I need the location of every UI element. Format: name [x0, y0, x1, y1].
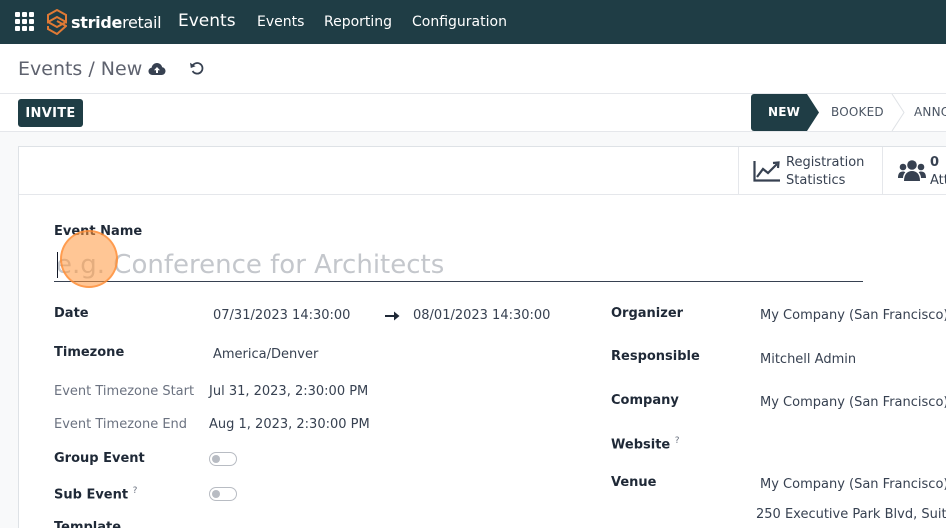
- website-help-icon[interactable]: ?: [675, 436, 680, 446]
- stage-separator-chevron: [891, 94, 905, 131]
- timezone-label: Timezone: [54, 345, 125, 360]
- logo-mark-icon: [47, 9, 67, 35]
- company-label: Company: [611, 393, 679, 408]
- nav-app-name[interactable]: Events: [178, 11, 236, 31]
- nav-menu-events[interactable]: Events: [257, 14, 304, 30]
- attendees-button[interactable]: 0 Att: [882, 147, 946, 194]
- line-chart-icon: [753, 161, 780, 182]
- breadcrumb[interactable]: Events / New: [18, 58, 142, 80]
- venue-field[interactable]: My Company (San Francisco): [760, 477, 946, 492]
- top-navbar: strideretail Events Events Reporting Con…: [0, 0, 946, 44]
- sub-event-label: Sub Event ?: [54, 486, 138, 503]
- cloud-save-icon[interactable]: [148, 61, 166, 77]
- venue-label: Venue: [611, 475, 657, 490]
- brand-logo[interactable]: strideretail: [47, 9, 162, 35]
- responsible-label: Responsible: [611, 349, 700, 364]
- apps-grid-icon[interactable]: [15, 12, 34, 31]
- nav-menu-reporting[interactable]: Reporting: [324, 14, 392, 30]
- action-bar: INVITE NEW BOOKED ANNO: [0, 94, 946, 132]
- attendees-count: 0: [930, 155, 940, 170]
- organizer-field[interactable]: My Company (San Francisco): [760, 308, 946, 323]
- responsible-field[interactable]: Mitchell Admin: [760, 352, 856, 367]
- event-timezone-end-label: Event Timezone End: [54, 417, 188, 432]
- users-icon: [898, 160, 926, 181]
- group-event-toggle[interactable]: [209, 452, 237, 466]
- event-timezone-start-label: Event Timezone Start: [54, 384, 195, 399]
- status-stage-announced[interactable]: ANNO: [914, 94, 946, 131]
- control-panel: Events / New: [0, 44, 946, 94]
- venue-address: 250 Executive Park Blvd, Suite: [756, 507, 946, 522]
- registration-statistics-button[interactable]: Registration Statistics: [738, 147, 882, 194]
- registration-statistics-label: Registration Statistics: [786, 155, 865, 188]
- date-label: Date: [54, 306, 89, 321]
- status-stage-booked[interactable]: BOOKED: [831, 94, 884, 131]
- text-caret: [57, 252, 58, 278]
- click-indicator: [60, 230, 118, 288]
- event-timezone-start-value: Jul 31, 2023, 2:30:00 PM: [209, 384, 369, 399]
- website-label: Website ?: [611, 436, 680, 453]
- organizer-label: Organizer: [611, 306, 684, 321]
- attendees-label: 0 Att: [930, 154, 946, 190]
- sub-event-help-icon[interactable]: ?: [133, 486, 138, 496]
- smart-button-bar: Registration Statistics 0 Att: [19, 147, 946, 195]
- discard-changes-icon[interactable]: [189, 60, 205, 76]
- group-event-label: Group Event: [54, 451, 145, 466]
- timezone-field[interactable]: America/Denver: [213, 347, 318, 362]
- sub-event-toggle[interactable]: [209, 487, 237, 501]
- event-name-input[interactable]: [54, 248, 863, 282]
- arrow-right-icon: [385, 311, 400, 321]
- company-field[interactable]: My Company (San Francisco): [760, 395, 946, 410]
- logo-text-bold: stride: [71, 12, 123, 32]
- form-sheet: Registration Statistics 0 Att: [18, 146, 946, 528]
- event-timezone-end-value: Aug 1, 2023, 2:30:00 PM: [209, 417, 370, 432]
- logo-text-light: retail: [122, 12, 162, 32]
- invite-button[interactable]: INVITE: [18, 99, 83, 127]
- nav-menu-configuration[interactable]: Configuration: [412, 14, 507, 30]
- date-start-field[interactable]: 07/31/2023 14:30:00: [213, 308, 350, 323]
- template-label: Template: [54, 520, 122, 528]
- date-end-field[interactable]: 08/01/2023 14:30:00: [413, 308, 550, 323]
- status-stage-new[interactable]: NEW: [751, 94, 819, 131]
